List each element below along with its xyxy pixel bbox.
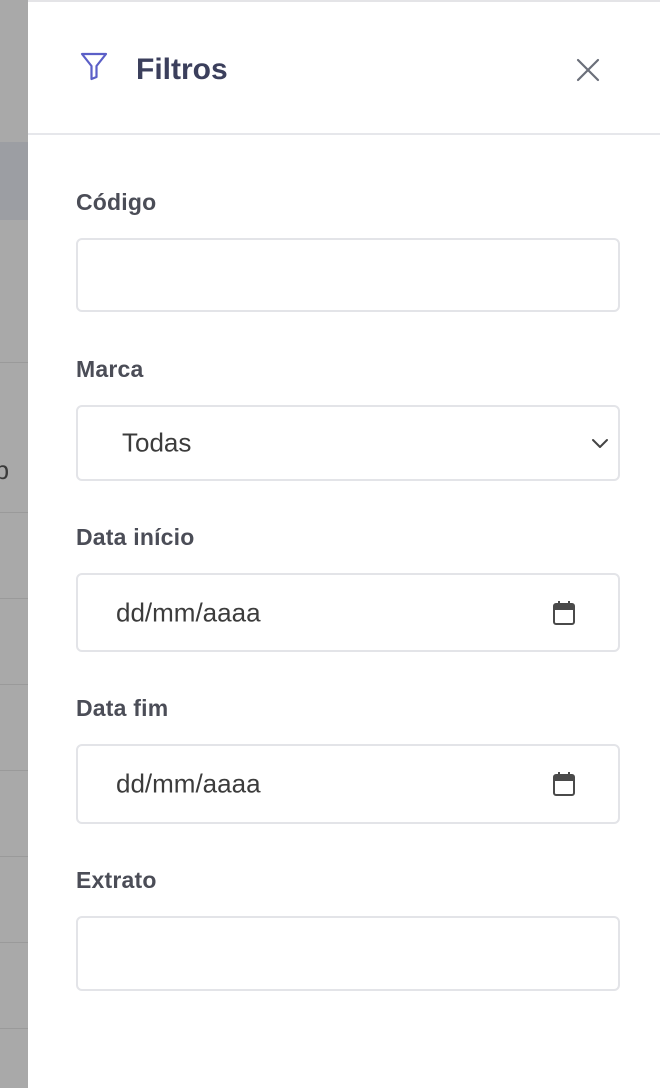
background-divider — [0, 598, 28, 599]
extrato-label: Extrato — [76, 867, 157, 893]
calendar-icon[interactable] — [552, 771, 576, 797]
filter-icon — [80, 52, 108, 81]
background-divider — [0, 770, 28, 771]
codigo-field[interactable] — [76, 238, 620, 312]
codigo-input[interactable] — [78, 240, 618, 310]
data-fim-label: Data fim — [76, 695, 169, 721]
extrato-input[interactable] — [78, 918, 618, 989]
backdrop-overlay[interactable]: rp — [0, 0, 28, 1088]
background-divider — [0, 684, 28, 685]
calendar-icon[interactable] — [552, 600, 576, 626]
background-partial-text: rp — [0, 455, 10, 485]
page: rp Filtros Código Marca Todas — [0, 0, 660, 1088]
drawer-header: Filtros — [28, 2, 660, 135]
background-divider — [0, 512, 28, 513]
drawer-title: Filtros — [136, 53, 228, 86]
chevron-down-icon — [592, 439, 608, 448]
data-inicio-field[interactable]: dd/mm/aaaa — [76, 573, 620, 652]
marca-select[interactable]: Todas — [76, 405, 620, 481]
close-icon[interactable] — [574, 56, 602, 84]
extrato-field[interactable] — [76, 916, 620, 991]
marca-selected-value: Todas — [122, 427, 192, 458]
data-inicio-label: Data início — [76, 524, 195, 550]
data-fim-field[interactable]: dd/mm/aaaa — [76, 744, 620, 824]
background-divider — [0, 362, 28, 363]
marca-label: Marca — [76, 356, 144, 382]
data-fim-placeholder: dd/mm/aaaa — [116, 768, 261, 799]
filter-drawer: Filtros Código Marca Todas Data início d… — [28, 0, 660, 1088]
background-divider — [0, 942, 28, 943]
data-inicio-placeholder: dd/mm/aaaa — [116, 597, 261, 627]
background-row-highlight — [0, 142, 28, 220]
background-divider — [0, 1028, 28, 1029]
background-divider — [0, 856, 28, 857]
codigo-label: Código — [76, 189, 157, 215]
